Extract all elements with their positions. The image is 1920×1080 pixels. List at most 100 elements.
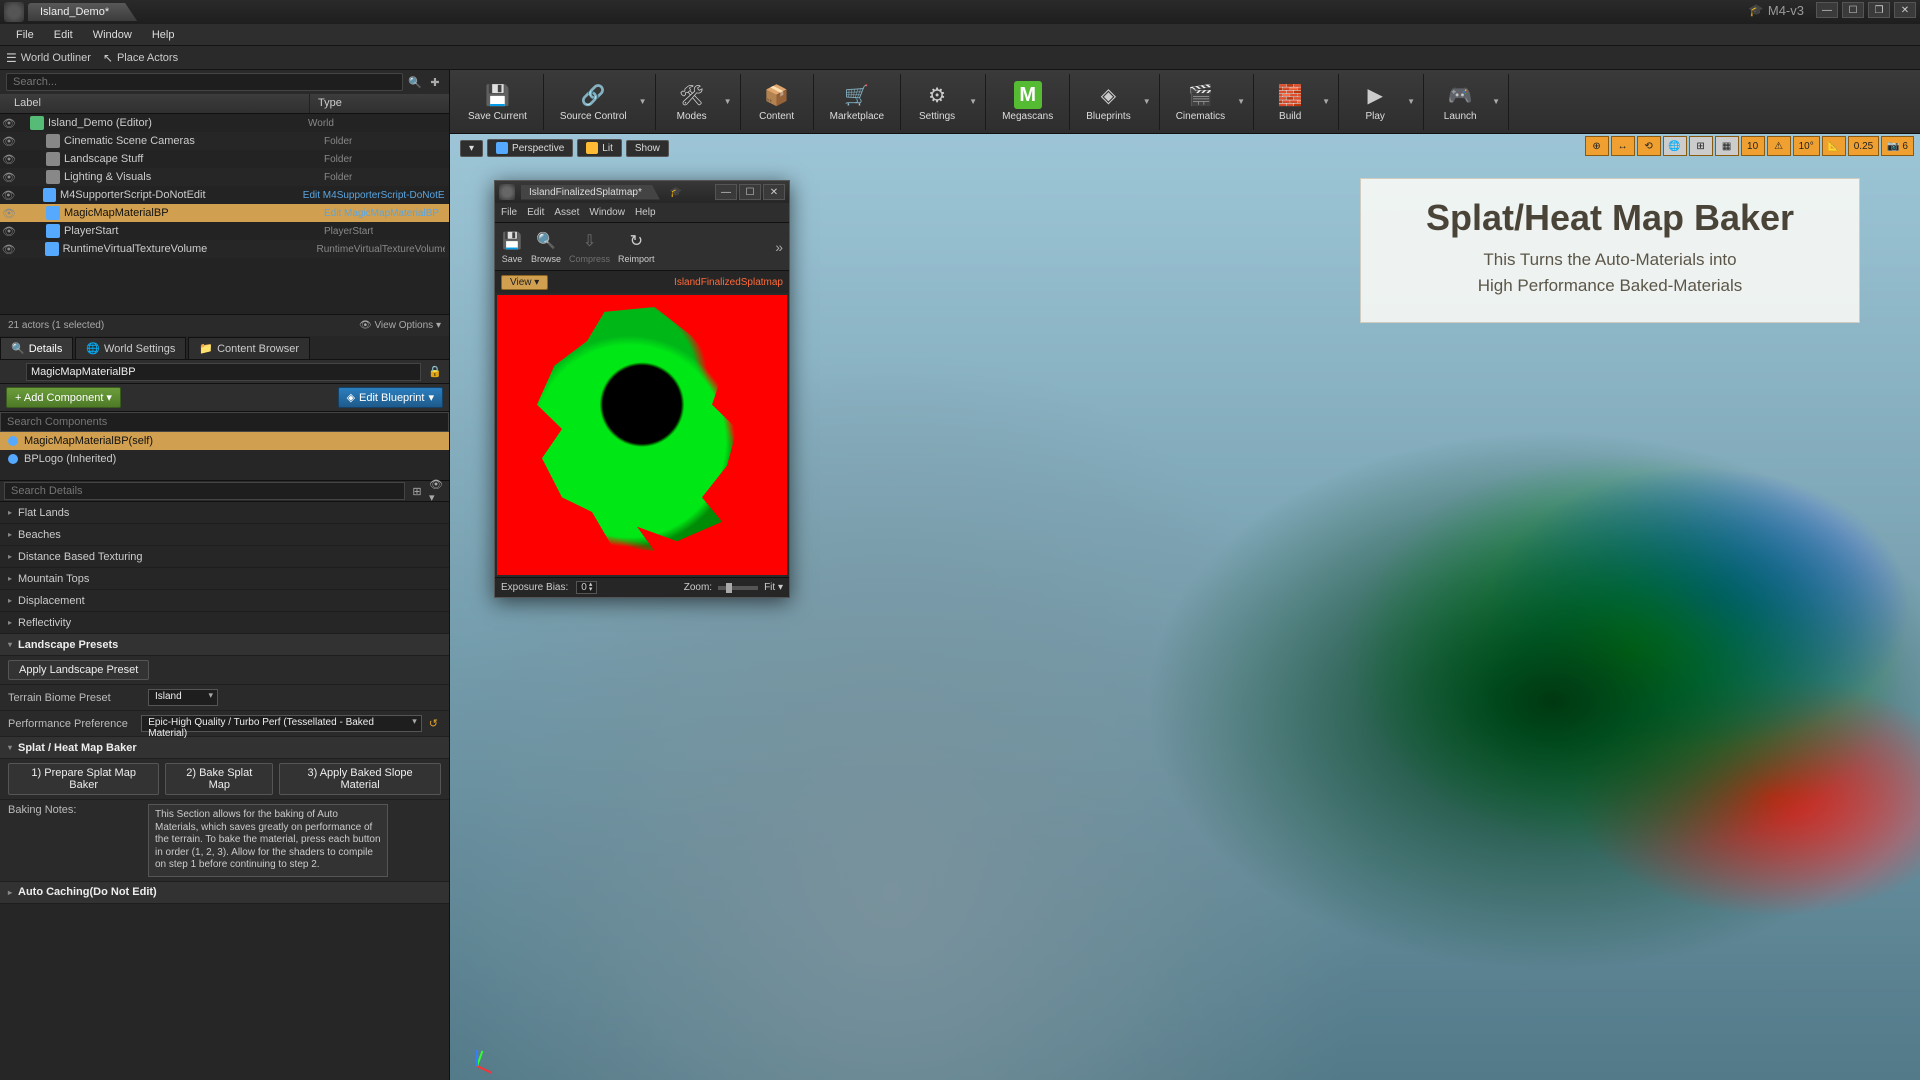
filter-matrix-icon[interactable]: ⊞ [409,483,425,499]
tex-save-button[interactable]: 💾Save [501,230,523,264]
category-distance-based-texturing[interactable]: ▸Distance Based Texturing [0,546,449,568]
build-button[interactable]: 🧱Build [1260,74,1320,130]
perspective-dropdown[interactable]: Perspective [487,139,573,157]
visibility-icon[interactable]: 👁 [0,243,18,256]
visibility-icon[interactable]: 👁 [0,225,18,238]
tex-canvas[interactable] [497,295,787,575]
menu-file[interactable]: File [6,26,44,44]
biome-select[interactable]: Island [148,689,218,706]
category-flat-lands[interactable]: ▸Flat Lands [0,502,449,524]
outliner-tree[interactable]: 👁 Island_Demo (Editor) World👁 Cinematic … [0,114,449,314]
menu-edit[interactable]: Edit [44,26,83,44]
save-current-button[interactable]: 💾Save Current [458,74,537,130]
visibility-icon[interactable]: 👁 [0,117,18,130]
row-type[interactable]: Edit M4SupporterScript-DoNotEdit [303,190,445,201]
hud-button-6[interactable]: 10 [1741,136,1765,156]
dropdown-icon[interactable]: ▼ [1492,97,1502,106]
dropdown-icon[interactable]: ▼ [1407,97,1417,106]
tex-expand-icon[interactable]: » [775,239,783,255]
visibility-filter-icon[interactable]: 👁▾ [429,483,445,499]
show-dropdown[interactable]: Show [626,140,669,157]
tex-menu-asset[interactable]: Asset [554,207,579,218]
maximize-button[interactable]: ☐ [1842,2,1864,18]
component-row[interactable]: BPLogo (Inherited) [0,450,449,468]
dropdown-icon[interactable]: ▼ [1143,97,1153,106]
apply-landscape-preset-button[interactable]: Apply Landscape Preset [8,660,149,680]
dropdown-icon[interactable]: ▼ [639,97,649,106]
hud-button-5[interactable]: ▦ [1715,136,1739,156]
minimize-button[interactable]: — [1816,2,1838,18]
tab-content-browser[interactable]: 📁Content Browser [188,337,310,359]
landscape-presets-header[interactable]: ▾Landscape Presets [0,634,449,656]
tab-world-settings[interactable]: 🌐World Settings [75,337,186,359]
lock-icon[interactable]: 🔒 [427,364,443,380]
category-reflectivity[interactable]: ▸Reflectivity [0,612,449,634]
modes-button[interactable]: 🛠Modes [662,74,722,130]
tex-minimize-button[interactable]: — [715,184,737,200]
project-tab[interactable]: Island_Demo* [28,3,137,21]
hud-button-8[interactable]: 10° [1793,136,1820,156]
level-viewport[interactable]: ▾ Perspective Lit Show ⊕↔⟲🌐⊞▦10⚠10°📐0.25… [450,134,1920,1080]
edit-blueprint-button[interactable]: ◈Edit Blueprint ▾ [338,387,443,408]
hud-button-7[interactable]: ⚠ [1767,136,1791,156]
world-outliner-mode[interactable]: ☰World Outliner [6,51,91,65]
search-components-input[interactable] [0,412,449,432]
dropdown-icon[interactable]: ▼ [1237,97,1247,106]
tab-details[interactable]: 🔍Details [0,337,73,359]
tex-menu-file[interactable]: File [501,207,517,218]
place-actors-mode[interactable]: ↖Place Actors [103,51,178,65]
tex-view-dropdown[interactable]: View ▾ [501,275,548,290]
view-options-button[interactable]: 👁 View Options ▾ [359,320,441,331]
tex-menu-help[interactable]: Help [635,207,656,218]
hud-button-9[interactable]: 📐 [1822,136,1846,156]
tex-menu-window[interactable]: Window [589,207,625,218]
col-label[interactable]: Label [0,94,310,113]
launch-button[interactable]: 🎮Launch [1430,74,1490,130]
source-control-button[interactable]: 🔗Source Control [550,74,637,130]
menu-help[interactable]: Help [142,26,185,44]
blueprints-button[interactable]: ◈Blueprints [1076,74,1140,130]
prepare-splat-button[interactable]: 1) Prepare Splat Map Baker [8,763,159,795]
tex-browse-button[interactable]: 🔍Browse [531,230,561,264]
bake-splat-button[interactable]: 2) Bake Splat Map [165,763,273,795]
tree-row[interactable]: 👁 Landscape Stuff Folder [0,150,449,168]
tex-maximize-button[interactable]: ☐ [739,184,761,200]
row-type[interactable]: Edit MagicMapMaterialBP [324,208,439,219]
hud-button-4[interactable]: ⊞ [1689,136,1713,156]
tree-row[interactable]: 👁 Island_Demo (Editor) World [0,114,449,132]
settings-button[interactable]: ⚙Settings [907,74,967,130]
play-button[interactable]: ▶Play [1345,74,1405,130]
visibility-icon[interactable]: 👁 [0,189,17,202]
dropdown-icon[interactable]: ▼ [724,97,734,106]
visibility-icon[interactable]: 👁 [0,153,18,166]
perf-select[interactable]: Epic-High Quality / Turbo Perf (Tessella… [141,715,422,732]
content-button[interactable]: 📦Content [747,74,807,130]
marketplace-button[interactable]: 🛒Marketplace [820,74,894,130]
menu-window[interactable]: Window [83,26,142,44]
tree-row[interactable]: 👁 MagicMapMaterialBP Edit MagicMapMateri… [0,204,449,222]
search-details-input[interactable] [4,482,405,500]
visibility-icon[interactable]: 👁 [0,207,18,220]
lit-mode-dropdown[interactable]: Lit [577,139,622,157]
actor-name-input[interactable] [26,363,421,381]
hud-button-1[interactable]: ↔ [1611,136,1635,156]
tex-window-tab[interactable]: IslandFinalizedSplatmap* [521,185,660,200]
tex-window-titlebar[interactable]: IslandFinalizedSplatmap* 🎓 — ☐ ✕ [495,181,789,203]
col-type[interactable]: Type [310,94,449,113]
hud-button-0[interactable]: ⊕ [1585,136,1609,156]
close-button[interactable]: ✕ [1894,2,1916,18]
tree-row[interactable]: 👁 Cinematic Scene Cameras Folder [0,132,449,150]
graduation-icon[interactable]: 🎓 [1749,3,1764,17]
exposure-spinner[interactable]: 0▴▾ [576,581,597,594]
hud-button-10[interactable]: 0.25 [1848,136,1879,156]
component-row[interactable]: MagicMapMaterialBP(self) [0,432,449,450]
reset-perf-icon[interactable]: ↺ [426,716,441,732]
texture-editor-window[interactable]: IslandFinalizedSplatmap* 🎓 — ☐ ✕ FileEdi… [494,180,790,598]
tree-row[interactable]: 👁 PlayerStart PlayerStart [0,222,449,240]
category-mountain-tops[interactable]: ▸Mountain Tops [0,568,449,590]
details-panel[interactable]: ▸Flat Lands▸Beaches▸Distance Based Textu… [0,502,449,1080]
megascans-button[interactable]: MMegascans [992,74,1063,130]
hud-button-11[interactable]: 📷 6 [1881,136,1914,156]
apply-baked-slope-button[interactable]: 3) Apply Baked Slope Material [279,763,441,795]
add-actor-icon[interactable]: ✚ [427,74,443,90]
